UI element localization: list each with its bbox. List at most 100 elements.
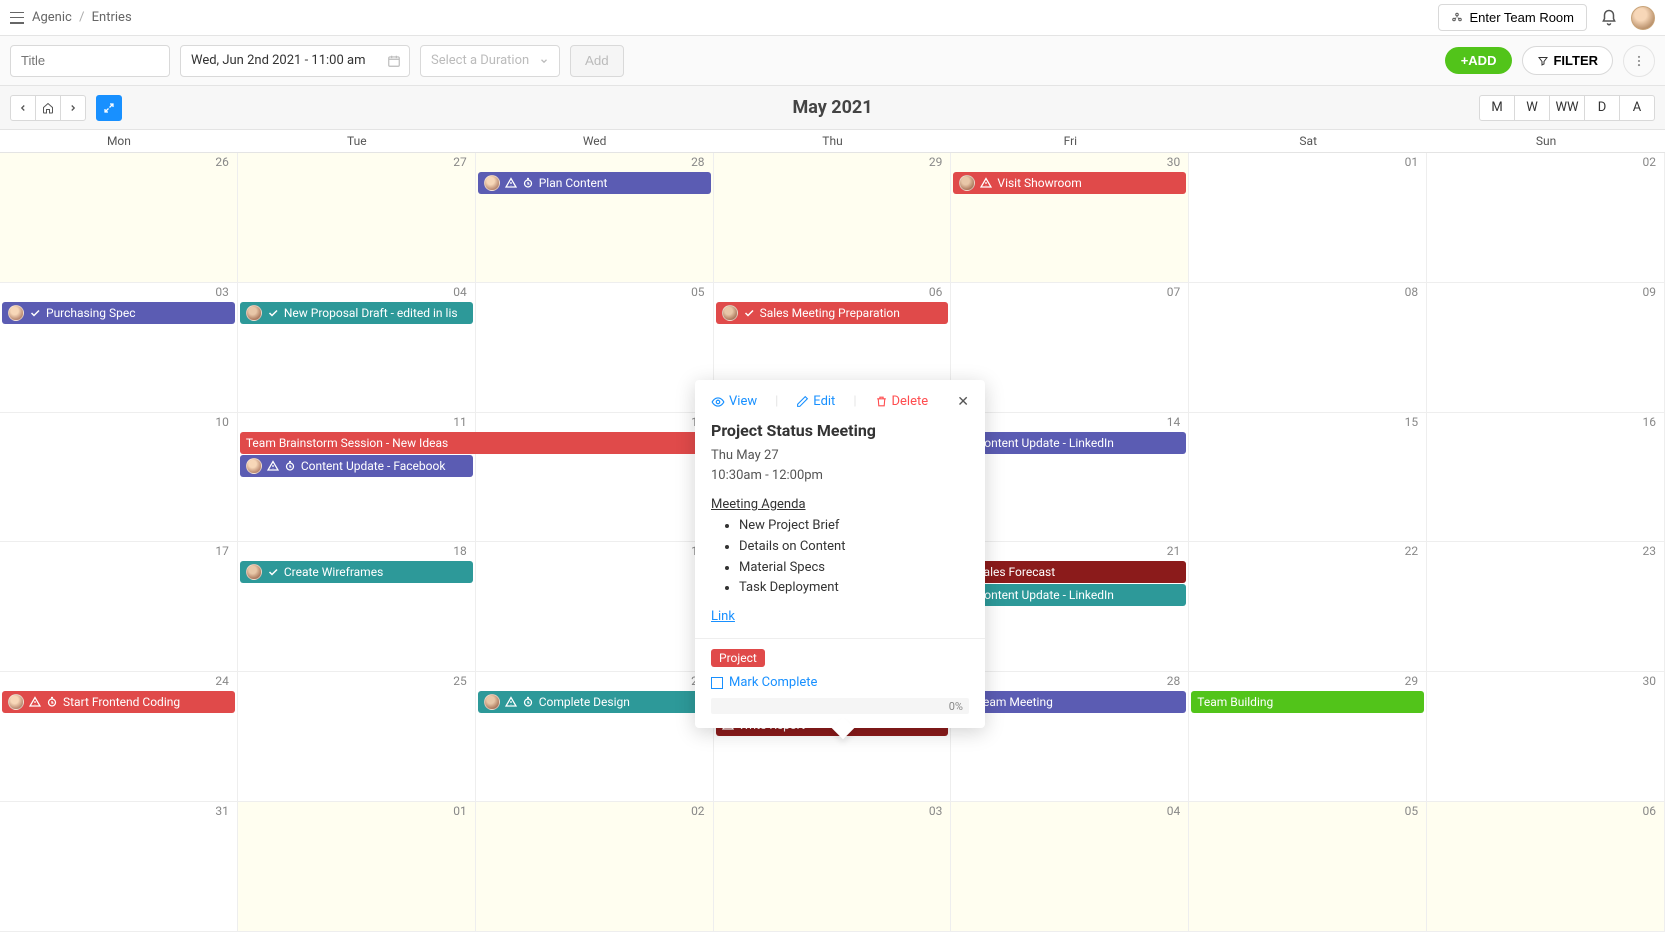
calendar-cell[interactable]: 01: [238, 802, 476, 932]
calendar-cell[interactable]: 03Purchasing Spec: [0, 283, 238, 413]
calendar-cell[interactable]: 05: [476, 283, 714, 413]
popover-view-button[interactable]: View: [711, 394, 757, 409]
agenda-item: Details on Content: [739, 537, 969, 558]
calendar-event[interactable]: Complete Design: [478, 691, 711, 713]
calendar-event[interactable]: Content Update - LinkedIn: [953, 584, 1186, 606]
calendar-cell[interactable]: 30 Visit Showroom: [951, 153, 1189, 283]
calendar-cell[interactable]: 17: [0, 542, 238, 672]
view-a-button[interactable]: A: [1619, 95, 1655, 121]
calendar-event[interactable]: Content Update - Facebook: [240, 455, 473, 477]
calendar-next-button[interactable]: [60, 95, 86, 121]
entry-title-input[interactable]: [10, 45, 170, 77]
calendar-cell[interactable]: 01: [1189, 153, 1427, 283]
view-ww-button[interactable]: WW: [1549, 95, 1585, 121]
view-d-button[interactable]: D: [1584, 95, 1620, 121]
calendar-cell[interactable]: 14Content Update - LinkedIn: [951, 413, 1189, 543]
calendar-event[interactable]: Content Update - LinkedIn: [953, 432, 1186, 454]
calendar-cell[interactable]: 04: [951, 802, 1189, 932]
view-w-button[interactable]: W: [1514, 95, 1550, 121]
calendar-cell[interactable]: 24 Start Frontend Coding: [0, 672, 238, 802]
day-number: 06: [1643, 804, 1657, 818]
calendar-prev-button[interactable]: [10, 95, 36, 121]
calendar-cell[interactable]: 02: [476, 802, 714, 932]
calendar-cell[interactable]: 25: [238, 672, 476, 802]
calendar-cell[interactable]: 06: [1427, 802, 1665, 932]
enter-team-room-button[interactable]: Enter Team Room: [1438, 4, 1587, 31]
calendar-cell[interactable]: 19: [476, 542, 714, 672]
calendar-event[interactable]: Team Meeting: [953, 691, 1186, 713]
filter-button[interactable]: FILTER: [1522, 46, 1613, 75]
day-number: 30: [1167, 155, 1181, 169]
add-entry-button-small[interactable]: Add: [570, 45, 624, 77]
entry-date-input[interactable]: Wed, Jun 2nd 2021 - 11:00 am: [180, 45, 410, 77]
add-button[interactable]: +ADD: [1445, 47, 1513, 74]
hamburger-icon[interactable]: [10, 12, 24, 24]
calendar-cell[interactable]: 10: [0, 413, 238, 543]
calendar-cell[interactable]: 18Create Wireframes: [238, 542, 476, 672]
calendar-event[interactable]: Team Building: [1191, 691, 1424, 713]
day-number: 11: [453, 415, 467, 429]
user-avatar[interactable]: [1631, 6, 1655, 30]
clock-icon: [522, 696, 534, 708]
popover-delete-button[interactable]: Delete: [875, 394, 929, 409]
calendar-cell[interactable]: 23: [1427, 542, 1665, 672]
calendar-cell[interactable]: 26Complete Design: [476, 672, 714, 802]
calendar-event[interactable]: Sales Meeting Preparation: [716, 302, 949, 324]
calendar-cell[interactable]: 15: [1189, 413, 1427, 543]
calendar-cell[interactable]: 03: [714, 802, 952, 932]
day-header: Mon: [0, 130, 238, 152]
view-m-button[interactable]: M: [1479, 95, 1515, 121]
calendar-event[interactable]: Purchasing Spec: [2, 302, 235, 324]
event-avatar: [246, 458, 262, 474]
calendar-cell[interactable]: 09: [1427, 283, 1665, 413]
calendar-cell[interactable]: 28Team Meeting: [951, 672, 1189, 802]
calendar-event[interactable]: Visit Showroom: [953, 172, 1186, 194]
breadcrumb-app[interactable]: Agenic: [32, 10, 72, 25]
calendar-cell[interactable]: 31: [0, 802, 238, 932]
calendar-today-button[interactable]: [35, 95, 61, 121]
calendar-cell[interactable]: 21 Sales ForecastContent Update - LinkedI…: [951, 542, 1189, 672]
calendar-cell[interactable]: 04New Proposal Draft - edited in lis: [238, 283, 476, 413]
calendar-cell[interactable]: 16: [1427, 413, 1665, 543]
day-number: 29: [1405, 674, 1419, 688]
calendar-cell[interactable]: 26: [0, 153, 238, 283]
calendar-event[interactable]: New Proposal Draft - edited in lis: [240, 302, 473, 324]
warn-icon: [29, 696, 41, 708]
popover-close-button[interactable]: ✕: [957, 394, 969, 410]
calendar-event[interactable]: Sales Forecast: [953, 561, 1186, 583]
calendar-cell[interactable]: 02: [1427, 153, 1665, 283]
popover-mark-complete-checkbox[interactable]: Mark Complete: [711, 675, 969, 690]
more-options-button[interactable]: [1623, 45, 1655, 77]
calendar-cell[interactable]: 05: [1189, 802, 1427, 932]
clock-icon: [284, 460, 296, 472]
calendar-cell[interactable]: 29: [714, 153, 952, 283]
day-header: Wed: [476, 130, 714, 152]
calendar-cell[interactable]: 08: [1189, 283, 1427, 413]
breadcrumb-page[interactable]: Entries: [92, 10, 132, 25]
day-number: 02: [691, 804, 705, 818]
popover-link[interactable]: Link: [711, 609, 735, 624]
calendar-expand-button[interactable]: [96, 95, 122, 121]
calendar-cell[interactable]: 28Plan Content: [476, 153, 714, 283]
day-number: 07: [1167, 285, 1181, 299]
calendar-cell[interactable]: 30: [1427, 672, 1665, 802]
popover-edit-button[interactable]: Edit: [796, 394, 835, 409]
duration-select[interactable]: Select a Duration: [420, 45, 560, 77]
calendar-cell[interactable]: 22: [1189, 542, 1427, 672]
agenda-item: Task Deployment: [739, 578, 969, 599]
calendar-cell[interactable]: 27: [238, 153, 476, 283]
calendar-cell[interactable]: 07: [951, 283, 1189, 413]
checkbox-icon: [711, 677, 723, 689]
popover-tag[interactable]: Project: [711, 649, 765, 667]
calendar-cell[interactable]: 11Team Brainstorm Session - New IdeasCon…: [238, 413, 476, 543]
day-number: 21: [1167, 544, 1181, 558]
notifications-icon[interactable]: [1597, 6, 1621, 30]
calendar-event[interactable]: Create Wireframes: [240, 561, 473, 583]
day-number: 24: [215, 674, 229, 688]
trash-icon: [875, 395, 888, 408]
day-number: 04: [1167, 804, 1181, 818]
calendar-event[interactable]: Plan Content: [478, 172, 711, 194]
calendar-event[interactable]: Start Frontend Coding: [2, 691, 235, 713]
calendar-cell[interactable]: 29 Team Building: [1189, 672, 1427, 802]
check-icon: [743, 307, 755, 319]
